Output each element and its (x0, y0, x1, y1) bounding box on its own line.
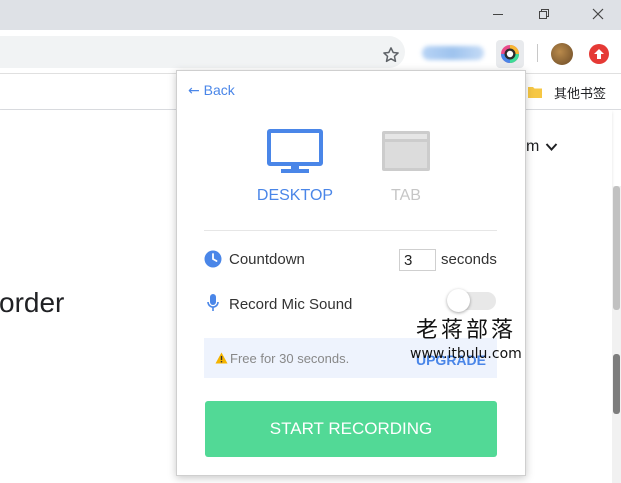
toggle-knob[interactable] (447, 289, 470, 312)
arrow-up-icon (594, 49, 604, 59)
microphone-icon (207, 294, 219, 311)
page-scrollbar[interactable] (612, 186, 621, 483)
clock-icon (204, 250, 222, 268)
start-recording-button[interactable]: START RECORDING (205, 401, 497, 457)
desktop-mode-option[interactable]: DESKTOP (255, 129, 335, 209)
watermark-url: www.itbulu.com (410, 346, 522, 362)
back-link[interactable]: ← Back (188, 82, 235, 99)
restore-icon (539, 9, 549, 19)
section-divider (204, 230, 497, 231)
title-bar (0, 0, 621, 30)
watermark: 老蒋部落 www.itbulu.com (410, 312, 522, 362)
browser-tab-icon (382, 131, 430, 171)
tab-mode-label: TAB (391, 187, 421, 204)
monitor-icon (267, 129, 323, 173)
bookmark-star-icon[interactable] (382, 46, 400, 64)
desktop-mode-label: DESKTOP (256, 187, 334, 204)
close-icon (592, 8, 604, 20)
update-button[interactable] (589, 44, 609, 64)
screen-recorder-extension-button[interactable] (496, 40, 524, 68)
free-trial-text: Free for 30 seconds. (230, 351, 350, 366)
restore-button[interactable] (521, 0, 567, 28)
profile-avatar[interactable] (551, 43, 573, 65)
minimize-button[interactable] (475, 0, 521, 28)
screen-recorder-popup: ← Back DESKTOP TAB Countdown seconds Rec… (176, 70, 526, 476)
scrollbar-thumb-top[interactable] (613, 186, 620, 310)
mic-sound-toggle[interactable] (447, 289, 496, 312)
countdown-seconds-input[interactable] (399, 249, 436, 271)
browser-toolbar (0, 30, 621, 74)
folder-icon (528, 87, 542, 98)
minimize-icon (493, 14, 503, 15)
watermark-title: 老蒋部落 (416, 318, 517, 343)
tab-mode-option[interactable]: TAB (366, 129, 446, 209)
countdown-unit-label: seconds (441, 251, 497, 268)
record-mic-label: Record Mic Sound (229, 296, 353, 313)
blurred-extension-icons[interactable] (422, 46, 484, 60)
toolbar-separator (537, 44, 538, 62)
recorder-extension-icon (501, 45, 519, 63)
close-window-button[interactable] (575, 0, 621, 28)
bookmark-folder-label: 其他书签 (554, 86, 607, 101)
address-bar[interactable] (0, 36, 405, 68)
arrow-left-icon: ← (188, 83, 200, 99)
countdown-label: Countdown (229, 251, 305, 268)
scrollbar-thumb[interactable] (613, 354, 620, 414)
account-menu-label[interactable]: m (526, 138, 539, 156)
warning-icon (215, 352, 228, 364)
page-headline: order (0, 287, 65, 318)
back-label: Back (203, 82, 235, 98)
chevron-down-icon[interactable] (545, 142, 558, 152)
